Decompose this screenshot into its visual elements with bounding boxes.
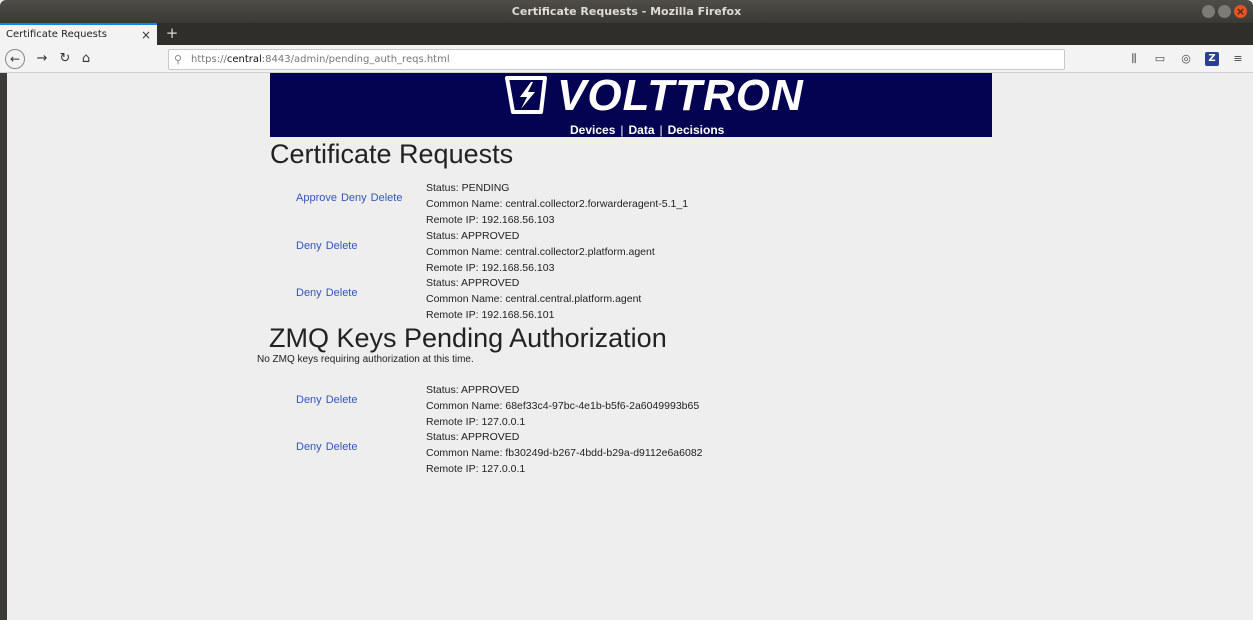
window-titlebar: Certificate Requests - Mozilla Firefox	[0, 0, 1253, 23]
tab-label: Certificate Requests	[6, 29, 107, 40]
request-common-name: Common Name: central.central.platform.ag…	[426, 293, 642, 305]
window-controls	[1202, 0, 1247, 23]
tab-strip: Certificate Requests × +	[0, 23, 1253, 45]
certificate-requests-heading: Certificate Requests	[270, 139, 514, 169]
url-bar[interactable]: ⚲ https://central:8443/admin/pending_aut…	[168, 49, 1065, 70]
extension-icon[interactable]: ◎	[1179, 49, 1193, 69]
tab-close-icon[interactable]: ×	[141, 25, 151, 45]
cert-request-item: Approve Deny Delete Status: PENDING Common…	[257, 180, 857, 227]
library-icon[interactable]: ⫼	[1127, 49, 1141, 69]
trademark: ™	[748, 81, 756, 90]
deny-link[interactable]: Deny	[296, 287, 322, 299]
request-info: Status: APPROVED Common Name: 68ef33c4-9…	[426, 382, 699, 430]
request-status: Status: APPROVED	[426, 384, 520, 396]
window-edge	[0, 73, 7, 620]
request-info: Status: PENDING Common Name: central.col…	[426, 180, 688, 228]
tagline-devices: Devices	[570, 123, 616, 137]
request-actions: Deny Delete	[296, 441, 361, 453]
request-status: Status: APPROVED	[426, 431, 520, 443]
back-arrow-icon[interactable]: ←	[5, 49, 25, 69]
banner-tagline: Devices | Data | Decisions	[570, 123, 725, 137]
zmq-request-item: Deny Delete Status: APPROVED Common Name:…	[257, 429, 857, 476]
request-status: Status: APPROVED	[426, 230, 520, 242]
request-actions: Approve Deny Delete	[296, 192, 406, 204]
request-remote-ip: Remote IP: 127.0.0.1	[426, 463, 526, 475]
request-common-name: Common Name: 68ef33c4-97bc-4e1b-b5f6-2a6…	[426, 400, 700, 412]
zotero-icon[interactable]: Z	[1205, 52, 1219, 66]
request-actions: Deny Delete	[296, 287, 361, 299]
request-remote-ip: Remote IP: 192.168.56.103	[426, 214, 555, 226]
request-remote-ip: Remote IP: 192.168.56.103	[426, 262, 555, 274]
minimize-button[interactable]	[1202, 5, 1215, 18]
brand-name: VOLTTRON	[557, 71, 804, 120]
cert-request-item: Deny Delete Status: APPROVED Common Name:…	[257, 275, 857, 322]
deny-link[interactable]: Deny	[296, 394, 322, 406]
close-window-button[interactable]	[1234, 0, 1247, 23]
request-common-name: Common Name: central.collector2.platform…	[426, 246, 655, 258]
delete-link[interactable]: Delete	[326, 240, 358, 252]
url-host: central	[226, 54, 262, 65]
new-tab-button[interactable]: +	[161, 23, 183, 45]
forward-arrow-icon[interactable]: →	[32, 49, 52, 69]
request-remote-ip: Remote IP: 127.0.0.1	[426, 416, 526, 428]
sidebar-icon[interactable]: ▭	[1153, 49, 1167, 69]
request-status: Status: APPROVED	[426, 277, 520, 289]
delete-link[interactable]: Delete	[326, 394, 358, 406]
delete-link[interactable]: Delete	[371, 192, 403, 204]
request-common-name: Common Name: fb30249d-b267-4bdd-b29a-d91…	[426, 447, 703, 459]
request-status: Status: PENDING	[426, 182, 510, 194]
request-remote-ip: Remote IP: 192.168.56.101	[426, 309, 555, 321]
tagline-data: Data	[628, 123, 655, 137]
cert-request-item: Deny Delete Status: APPROVED Common Name:…	[257, 228, 857, 275]
request-common-name: Common Name: central.collector2.forwarde…	[426, 198, 689, 210]
zmq-keys-heading: ZMQ Keys Pending Authorization	[269, 323, 667, 353]
delete-link[interactable]: Delete	[326, 441, 358, 453]
toolbar-icons: ⫼ ▭ ◎ Z ≡	[1127, 49, 1245, 69]
menu-icon[interactable]: ≡	[1231, 49, 1245, 69]
url-prefix: https://	[191, 54, 227, 65]
request-info: Status: APPROVED Common Name: central.ce…	[426, 275, 641, 323]
request-actions: Deny Delete	[296, 394, 361, 406]
deny-link[interactable]: Deny	[341, 192, 367, 204]
maximize-button[interactable]	[1218, 5, 1231, 18]
zmq-request-item: Deny Delete Status: APPROVED Common Name:…	[257, 382, 857, 429]
no-zmq-keys-message: No ZMQ keys requiring authorization at t…	[257, 354, 474, 365]
volttron-logo-icon	[505, 76, 547, 114]
search-icon: ⚲	[174, 53, 183, 66]
deny-link[interactable]: Deny	[296, 240, 322, 252]
volttron-banner: VOLTTRON ™ Devices | Data | Decisions	[270, 73, 992, 137]
request-actions: Deny Delete	[296, 240, 361, 252]
url-path: :8443/admin/pending_auth_reqs.html	[261, 54, 450, 65]
window-title: Certificate Requests - Mozilla Firefox	[511, 5, 742, 18]
delete-link[interactable]: Delete	[326, 287, 358, 299]
approve-link[interactable]: Approve	[296, 192, 337, 204]
reload-icon[interactable]: ↻	[55, 49, 75, 69]
request-info: Status: APPROVED Common Name: central.co…	[426, 228, 655, 276]
navigation-toolbar: ← → ↻ ⌂ ⚲ https://central:8443/admin/pen…	[0, 45, 1253, 73]
request-info: Status: APPROVED Common Name: fb30249d-b…	[426, 429, 703, 477]
tab-certificate-requests[interactable]: Certificate Requests ×	[0, 23, 157, 45]
deny-link[interactable]: Deny	[296, 441, 322, 453]
page-content: VOLTTRON ™ Devices | Data | Decisions Certif…	[7, 73, 1253, 620]
home-icon[interactable]: ⌂	[76, 49, 96, 69]
tagline-decisions: Decisions	[667, 123, 725, 137]
